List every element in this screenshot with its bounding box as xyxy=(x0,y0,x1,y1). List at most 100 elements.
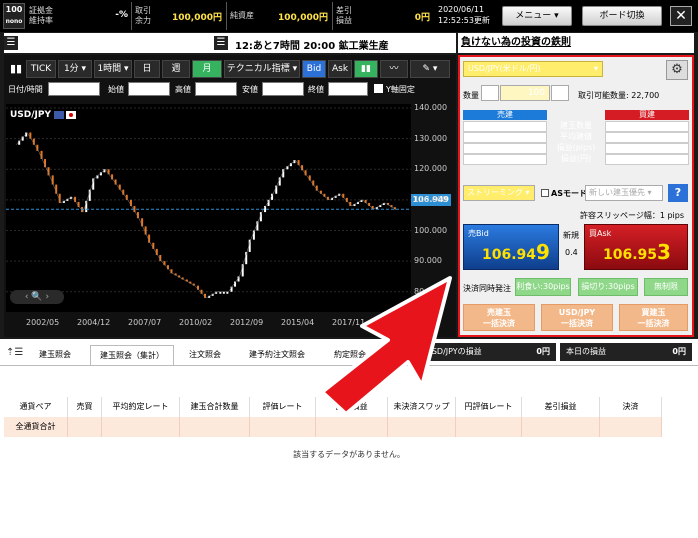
promo-link[interactable]: 負けない為の投資の鉄則 xyxy=(458,33,694,53)
low-field xyxy=(262,82,304,96)
y-tick-label: 90.000 xyxy=(414,256,442,266)
y-tick-label: 100.000 xyxy=(414,225,448,235)
yfix-checkbox[interactable] xyxy=(374,84,383,93)
menu-button[interactable]: メニュー ▾ xyxy=(502,6,572,26)
candle-icon[interactable]: ▮▮ xyxy=(354,60,378,78)
x-tick-label: 2010/02 xyxy=(179,318,213,327)
datetime-label: 日付/時間 xyxy=(8,85,43,94)
tradable-label: 取引可能数量: 22,700 xyxy=(578,91,660,100)
ask-button[interactable]: Ask xyxy=(328,60,352,78)
sell-button[interactable]: 売Bid 106.949 xyxy=(463,224,559,270)
low-label: 安値 xyxy=(242,85,258,94)
sell-cell: 0.000 xyxy=(463,132,547,143)
zoom-control[interactable]: ‹ 🔍 › xyxy=(10,290,64,304)
interval1-select[interactable]: 1分 ▾ xyxy=(58,60,92,78)
table-cell xyxy=(68,417,102,437)
buy-price: 106.953 xyxy=(603,240,671,264)
slippage-text: 許容スリッページ幅：1 pips xyxy=(580,211,685,220)
column-header[interactable]: 平均約定レート xyxy=(102,397,180,417)
column-header[interactable]: 通貨ペア xyxy=(4,397,68,417)
arrow-annotation xyxy=(320,276,452,416)
open-field xyxy=(128,82,170,96)
table-cell xyxy=(180,417,250,437)
sell-cell: 0 xyxy=(463,121,547,132)
net-assets-label: 純資産 xyxy=(230,11,254,20)
table-cell xyxy=(600,417,662,437)
draw-tool-icon[interactable]: ✎ ▾ xyxy=(410,60,450,78)
row-label: 損益(pips) xyxy=(556,143,596,152)
month-button[interactable]: 月 xyxy=(192,60,222,78)
as-mode-select[interactable]: 新しい建玉優先 ▾ xyxy=(585,185,663,201)
high-label: 高値 xyxy=(175,85,191,94)
close-button[interactable]: ✕ xyxy=(670,6,692,26)
margin-rate-label: 証拠金 維持率 xyxy=(29,6,53,25)
x-tick-label: 2012/09 xyxy=(230,318,264,327)
bar-chart-icon[interactable]: ▮▮ xyxy=(10,62,22,75)
available-value: 100,000円 xyxy=(172,13,222,23)
pair-select[interactable]: USD/JPY(米ドル/円) ▾ xyxy=(463,61,603,77)
gear-icon[interactable]: ⚙ xyxy=(666,60,688,80)
interval2-select[interactable]: 1時間 ▾ xyxy=(94,60,132,78)
net-assets-value: 100,000円 xyxy=(278,13,328,23)
unlimited-button[interactable]: 無制限 xyxy=(644,278,688,296)
buy-cell: 0.000 xyxy=(605,132,689,143)
empty-message: 該当するデータがありません。 xyxy=(293,450,405,459)
qty-minus-button[interactable]: − xyxy=(481,85,499,101)
tab-3[interactable]: 注文照会 xyxy=(178,345,232,365)
settle-buy-button[interactable]: 買建玉 一括決済 xyxy=(619,304,688,331)
buy-header: 買建 xyxy=(605,110,689,120)
sell-header: 売建 xyxy=(463,110,547,120)
sell-price: 106.949 xyxy=(482,240,550,264)
x-tick-label: 2007/07 xyxy=(128,318,162,327)
update-time: 12:52:53更新 xyxy=(438,16,490,25)
buy-button[interactable]: 買Ask 106.953 xyxy=(584,224,688,270)
row-label: 平均建値 xyxy=(560,132,592,141)
update-date: 2020/06/11 xyxy=(438,5,485,14)
indicator-select[interactable]: テクニカル指標 ▾ xyxy=(224,60,300,78)
qty-input[interactable]: 100 xyxy=(500,85,550,101)
app-logo: 100 nono xyxy=(3,3,25,29)
sort-icon[interactable]: ⇡☰ xyxy=(6,347,23,358)
y-tick-label: 130.000 xyxy=(414,133,448,143)
tick-button[interactable]: TICK xyxy=(26,60,56,78)
settle-pair-button[interactable]: USD/JPY 一括決済 xyxy=(541,304,613,331)
board-switch-button[interactable]: ボード切換 xyxy=(582,6,662,26)
column-header[interactable]: 差引損益 xyxy=(522,397,600,417)
week-button[interactable]: 週 xyxy=(162,60,190,78)
table-cell xyxy=(250,417,316,437)
day-button[interactable]: 日 xyxy=(134,60,160,78)
tab-2[interactable]: 建玉照会（集計） xyxy=(90,345,174,365)
today-pnl-box: 本日の損益 0円 xyxy=(560,343,692,361)
table-cell xyxy=(388,417,456,437)
buy-cell: 0 xyxy=(605,154,689,165)
help-button[interactable]: ? xyxy=(668,184,688,202)
line-chart-icon[interactable]: 〰 xyxy=(380,60,408,78)
close-label: 終値 xyxy=(308,85,324,94)
us-flag-icon xyxy=(54,111,64,119)
qty-label: 数量 xyxy=(463,91,479,100)
top-status-bar: 100 nono 証拠金 維持率 -% 取引 余力 100,000円 純資産 1… xyxy=(0,0,698,32)
sell-cell: 0 xyxy=(463,154,547,165)
list-icon[interactable]: ☰ xyxy=(4,36,18,50)
open-label: 始値 xyxy=(108,85,124,94)
streaming-select[interactable]: ストリーミング ▾ xyxy=(463,185,535,201)
y-tick-label: 110.000 xyxy=(414,194,448,204)
limit-button[interactable]: 利食い:30pips xyxy=(515,278,571,296)
table-cell xyxy=(522,417,600,437)
stop-button[interactable]: 損切り:30pips xyxy=(578,278,638,296)
available-label: 取引 余力 xyxy=(135,6,151,25)
diff-pnl-label: 差引 損益 xyxy=(336,6,352,25)
qty-plus-button[interactable]: + xyxy=(551,85,569,101)
list-icon[interactable]: ☰ xyxy=(214,36,228,50)
chart-title: USD/JPY xyxy=(10,110,52,120)
tab-1[interactable]: 建玉照会 xyxy=(24,345,86,365)
y-tick-label: 140.000 xyxy=(414,103,448,112)
column-header[interactable]: 建玉合計数量 xyxy=(180,397,250,417)
close-field xyxy=(328,82,368,96)
column-header[interactable]: 売買 xyxy=(68,397,102,417)
x-tick-label: 2004/12 xyxy=(77,318,111,327)
column-header[interactable]: 決済 xyxy=(600,397,662,417)
as-mode-checkbox[interactable] xyxy=(541,189,549,197)
ticker-text[interactable]: 12:あと7時間 20:00 鉱工業生産 xyxy=(235,37,389,52)
bid-button[interactable]: Bid xyxy=(302,60,326,78)
